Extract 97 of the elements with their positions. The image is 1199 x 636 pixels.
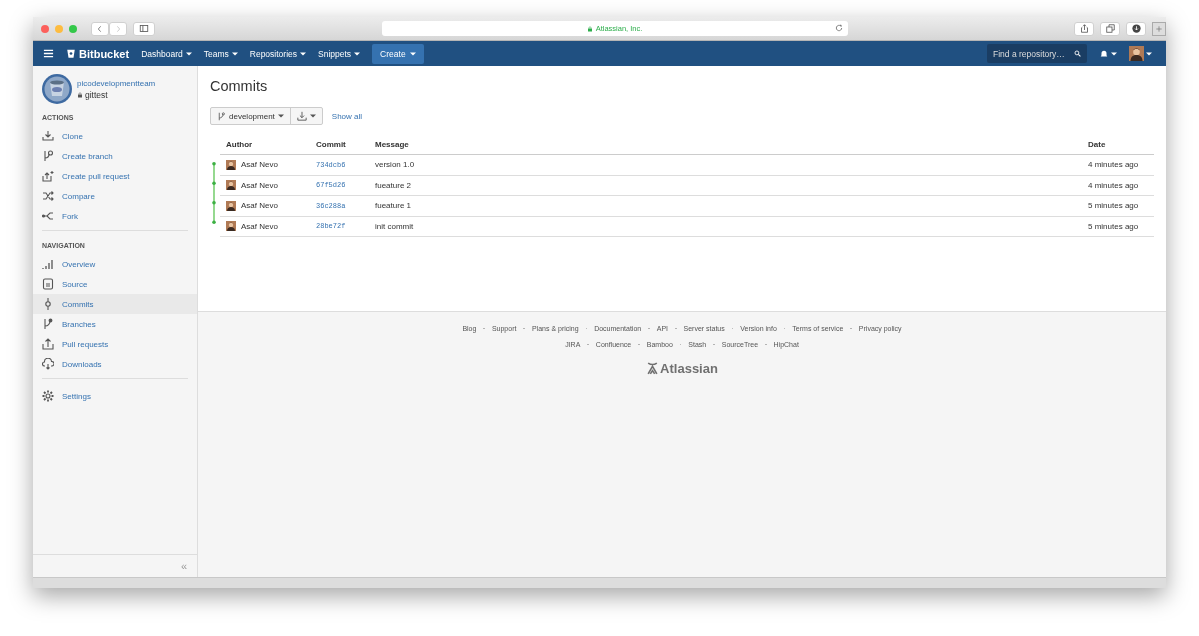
sidebar-item[interactable]: Pull requests [33,334,197,354]
search-field[interactable]: Find a repository… [987,44,1087,63]
caret-icon [354,51,361,56]
file-icon [42,278,54,290]
commit-message: fueature 2 [375,180,413,190]
bar-chart-icon [42,258,54,270]
tabs-icon [1105,24,1115,33]
new-tab-button[interactable] [1152,21,1166,36]
download-icon [1131,24,1141,33]
forward-button[interactable] [109,21,127,36]
author-name: Asaf Nevo [241,201,278,211]
commit-message: init commit [375,221,415,231]
sidebar-item[interactable]: Create branch [33,146,197,166]
bitbucket-logo[interactable]: Bitbucket [66,47,130,60]
logo-text: Atlassian [660,361,718,376]
plus-icon [1155,24,1163,33]
tabs-button[interactable] [1100,21,1120,36]
downloads-button[interactable] [1126,21,1146,36]
author-avatar-icon [226,221,236,232]
sidebar-item[interactable]: Commits [33,294,197,314]
close-button[interactable] [41,24,49,33]
sidebar-item[interactable]: Settings [33,386,197,406]
logo-text: Bitbucket [79,47,130,60]
branch-icon [42,318,54,330]
share-button[interactable] [1074,21,1094,36]
commit-message: version 1.0 [375,160,416,170]
author-avatar-icon [226,180,236,191]
atlassian-logo[interactable]: Atlassian [646,361,718,376]
search-icon [1074,50,1081,57]
author-name: Asaf Nevo [241,180,278,190]
chevron-left-icon [96,24,104,33]
shuffle-icon [42,190,54,202]
caret-icon [231,51,238,56]
caret-icon [409,51,416,56]
profile-button[interactable] [1129,46,1152,61]
download-icon [42,130,54,142]
reload-icon [834,24,843,32]
lock-icon [586,25,593,32]
author-avatar-icon [226,200,236,211]
column-header: Commit [316,139,347,149]
author-name: Asaf Nevo [241,160,278,170]
menu-icon [43,48,54,59]
column-header: Author [226,139,254,149]
sidebar-item[interactable]: Overview [33,254,197,274]
branch-icon [217,111,226,121]
author-name: Asaf Nevo [241,221,278,231]
commit-message: fueature 1 [375,201,413,211]
caret-icon [300,51,306,56]
lock-icon [77,91,83,98]
nav-menu[interactable]: Repositories [249,48,306,59]
gear-icon [42,390,54,402]
caret-icon [1111,51,1117,56]
bell-icon [1099,48,1109,59]
bucket-icon [66,48,76,59]
column-header: Message [375,139,410,149]
commit-date: 4 minutes ago [1088,160,1140,170]
share-icon [1079,24,1089,33]
sidebar-item[interactable]: Fork [33,206,197,226]
upload-icon [42,170,54,182]
create-button[interactable]: Create [372,43,424,64]
fork-icon [42,210,54,222]
download-icon [296,111,307,121]
show-all-link[interactable]: Show all [331,111,363,121]
user-avatar-icon [1129,46,1144,61]
caret-icon [309,114,316,118]
commit-date: 5 minutes ago [1088,221,1140,231]
repository-avatar-icon [42,74,72,104]
chevron-right-icon [114,24,122,33]
commit-date: 5 minutes ago [1088,201,1140,211]
nav-menu[interactable]: Dashboard [141,48,192,59]
repository-name: gittest [85,89,108,100]
cloud-download-icon [42,358,54,370]
nav-menu[interactable]: Teams [203,48,238,59]
commit-icon [42,298,54,310]
page-title: Commits [210,78,269,94]
caret-icon [1146,51,1152,56]
author-avatar-icon [226,159,236,170]
nav-menu[interactable]: Snippets [318,48,361,59]
sidebar-item[interactable]: Create pull request [33,166,197,186]
sidebar-item[interactable]: Clone [33,126,197,146]
caret-icon [185,51,192,56]
sidebar-button[interactable] [133,21,155,36]
caret-icon [277,114,284,118]
sidebar-item[interactable]: Branches [33,314,197,334]
branch-icon [42,150,54,162]
back-button[interactable] [91,21,109,36]
sidebar-item[interactable]: Compare [33,186,197,206]
notifications-button[interactable] [1099,48,1117,59]
team-name[interactable]: picodevelopmentteam [77,78,156,88]
sidebar-item[interactable]: Source [33,274,197,294]
atlassian-icon [646,362,660,375]
sidebar-item[interactable]: Downloads [33,354,197,374]
upload-icon [42,338,54,350]
zoom-button[interactable] [69,24,77,33]
commit-date: 4 minutes ago [1088,180,1140,190]
sidebar-icon [139,24,149,33]
column-header: Date [1088,139,1107,149]
